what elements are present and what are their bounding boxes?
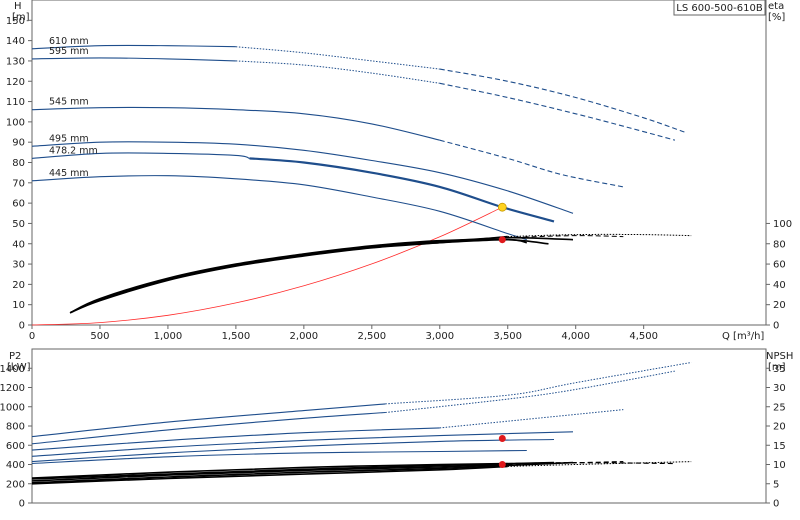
npsh-tick-label: 30 bbox=[773, 383, 786, 394]
efficiency-curve-extension bbox=[507, 235, 624, 239]
y-left-tick-label: 100 bbox=[6, 117, 25, 128]
system-curve bbox=[31, 206, 503, 326]
efficiency-curve bbox=[69, 238, 527, 314]
y-right-tick-label: 80 bbox=[773, 239, 786, 250]
power-curve bbox=[31, 427, 440, 451]
y-right-tick-label: 0 bbox=[773, 321, 779, 332]
efficiency-curve bbox=[69, 238, 549, 314]
p2-tick-label: 400 bbox=[6, 460, 25, 471]
y-left-tick-label: 80 bbox=[12, 158, 25, 169]
head-curve bbox=[31, 106, 440, 141]
x-tick-label: 3,000 bbox=[425, 331, 454, 342]
npsh-tick-label: 15 bbox=[773, 441, 786, 452]
y-left-tick-label: 140 bbox=[6, 36, 25, 47]
npsh-tick-label: 0 bbox=[773, 499, 779, 510]
power-curve-extension bbox=[439, 409, 624, 429]
y-right-tick-label: 100 bbox=[773, 219, 792, 230]
top-plot-frame bbox=[31, 0, 767, 326]
y-left-tick-label: 30 bbox=[12, 260, 25, 271]
npsh-tick-label: 10 bbox=[773, 460, 786, 471]
x-tick-label: 500 bbox=[90, 331, 109, 342]
head-curve-selected bbox=[249, 157, 555, 223]
operating-point-npsh bbox=[498, 461, 506, 468]
head-curve bbox=[31, 141, 574, 214]
operating-point-eta bbox=[498, 236, 506, 244]
y-left-tick-label: 0 bbox=[19, 321, 25, 332]
head-curves: 610 mm595 mm545 mm495 mm478.2 mm445 mm bbox=[31, 36, 692, 326]
efficiency-curve bbox=[69, 236, 574, 314]
head-curve bbox=[31, 57, 236, 62]
x-tick-label: 4,000 bbox=[561, 331, 590, 342]
x-tick-label: 1,500 bbox=[222, 331, 251, 342]
npsh-tick-label: 5 bbox=[773, 479, 779, 490]
pump-title: LS 600-500-610B bbox=[676, 3, 763, 14]
npsh-tick-label: 25 bbox=[773, 402, 786, 413]
p2-tick-label: 200 bbox=[6, 479, 25, 490]
y-left-tick-label: 130 bbox=[6, 56, 25, 67]
head-curve-extension bbox=[439, 68, 685, 133]
y-right-tick-label: 60 bbox=[773, 260, 786, 271]
npsh-tick-label: 35 bbox=[773, 364, 786, 375]
curve-label: 445 mm bbox=[49, 168, 89, 179]
p2-tick-label: 1400 bbox=[0, 364, 25, 375]
x-tick-label: 1,000 bbox=[154, 331, 183, 342]
y-left-tick-label: 150 bbox=[6, 16, 25, 27]
power-curve-extension bbox=[385, 362, 692, 405]
top-y-right-label: eta bbox=[768, 1, 784, 12]
operating-point-power bbox=[498, 435, 506, 443]
y-left-tick-label: 40 bbox=[12, 239, 25, 250]
p2-tick-label: 1000 bbox=[0, 402, 25, 413]
y-right-tick-label: 40 bbox=[773, 280, 786, 291]
y-right-tick-label: 20 bbox=[773, 300, 786, 311]
x-axis-label: Q [m³/h] bbox=[722, 331, 764, 342]
head-curve bbox=[31, 175, 527, 241]
x-tick-label: 2,500 bbox=[357, 331, 386, 342]
y-left-tick-label: 120 bbox=[6, 77, 25, 88]
top-y-right-unit: [%] bbox=[768, 12, 785, 23]
p2-tick-label: 0 bbox=[19, 499, 25, 510]
x-tick-label: 3,500 bbox=[493, 331, 522, 342]
x-tick-label: 4,500 bbox=[629, 331, 658, 342]
p2-tick-label: 600 bbox=[6, 441, 25, 452]
bottom-y-right-label: NPSH bbox=[766, 351, 793, 362]
top-y-left-label: H bbox=[14, 1, 22, 12]
head-curve-extension bbox=[235, 60, 440, 84]
p2-tick-label: 800 bbox=[6, 422, 25, 433]
p2-tick-label: 1200 bbox=[0, 383, 25, 394]
operating-point-duty bbox=[497, 202, 507, 212]
bottom-axis-ticks: 0 200 400 600 800 1000 1200 1400 0 5 10 15 20 25 30 35 bbox=[0, 364, 786, 510]
curve-label: 595 mm bbox=[49, 46, 89, 57]
x-tick-label: 0 bbox=[29, 331, 35, 342]
head-curve-extension bbox=[439, 82, 676, 141]
pump-title-box: LS 600-500-610B bbox=[673, 0, 766, 16]
curve-label: 545 mm bbox=[49, 97, 89, 108]
efficiency-curve bbox=[69, 235, 508, 314]
curve-label: 478.2 mm bbox=[49, 145, 98, 156]
y-left-tick-label: 110 bbox=[6, 97, 25, 108]
npsh-tick-label: 20 bbox=[773, 422, 786, 433]
y-left-tick-label: 20 bbox=[12, 280, 25, 291]
y-left-tick-label: 10 bbox=[12, 300, 25, 311]
curve-label: 495 mm bbox=[49, 133, 89, 144]
y-left-tick-label: 70 bbox=[12, 178, 25, 189]
pump-performance-chart: LS 600-500-610B H [m] eta [%] Q [m³/h] P… bbox=[0, 0, 793, 510]
y-left-tick-label: 50 bbox=[12, 219, 25, 230]
power-npsh-curves bbox=[31, 362, 692, 485]
x-tick-label: 2,000 bbox=[290, 331, 319, 342]
y-left-tick-label: 90 bbox=[12, 138, 25, 149]
head-curve-extension bbox=[235, 46, 440, 70]
y-left-tick-label: 60 bbox=[12, 199, 25, 210]
bottom-y-left-label: P2 bbox=[9, 351, 21, 362]
